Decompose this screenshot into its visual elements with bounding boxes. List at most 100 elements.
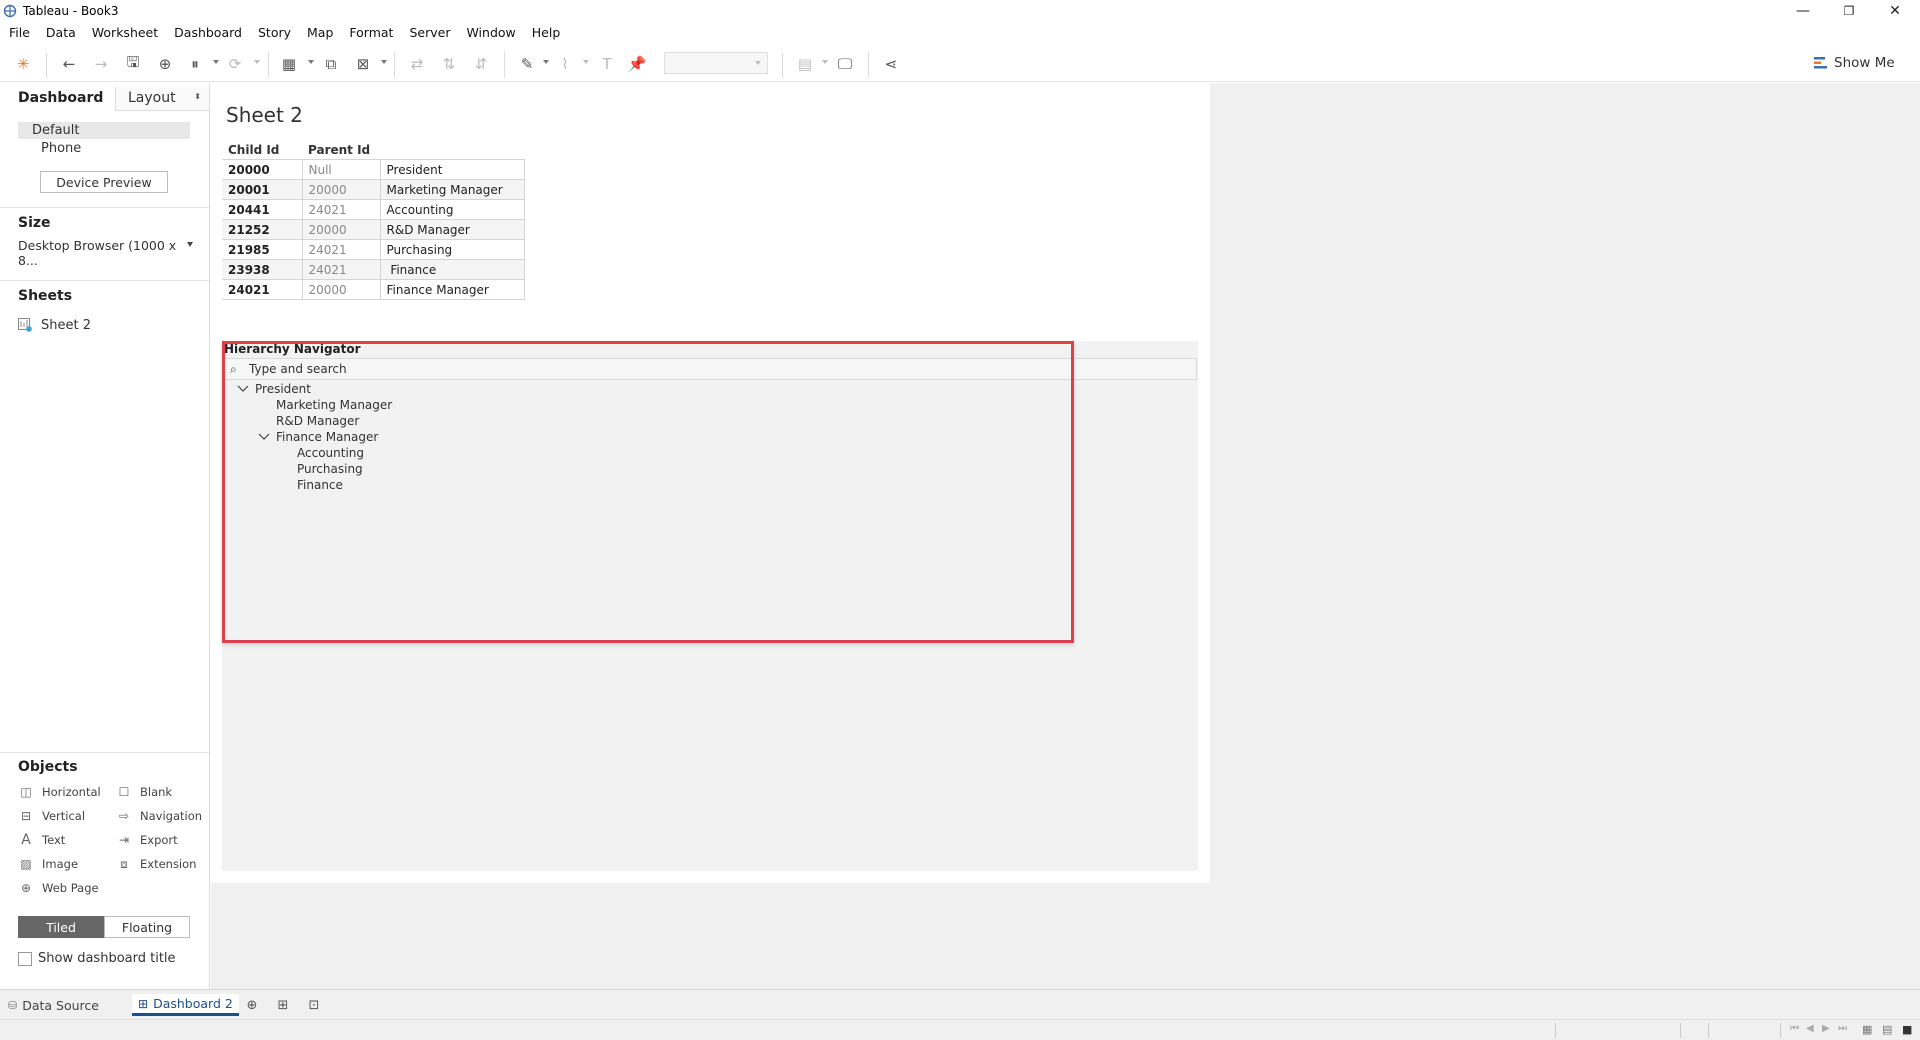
table-row[interactable]: 20000 Null President [222, 159, 525, 180]
redo-icon[interactable]: → [90, 54, 112, 74]
menu-map[interactable]: Map [298, 22, 340, 44]
new-dashboard-tab-icon[interactable]: ⊞ [274, 996, 292, 1014]
last-sheet-icon[interactable]: ⏭ [1838, 1023, 1847, 1034]
cell-child-id: 20001 [222, 179, 303, 200]
object-label: Web Page [42, 881, 99, 895]
column-header-child-id[interactable]: Child Id [222, 141, 302, 160]
object-text[interactable]: A Text [18, 831, 65, 849]
save-icon[interactable]: 🖫 [122, 53, 144, 74]
object-extension[interactable]: ⧈ Extension [116, 855, 196, 873]
fix-axes-icon[interactable]: 📌 [626, 54, 648, 74]
new-data-source-icon[interactable]: ⊕ [154, 54, 176, 74]
menu-server[interactable]: Server [400, 22, 457, 44]
tableau-logo-icon [3, 4, 17, 18]
menu-window[interactable]: Window [457, 22, 522, 44]
cell-parent-id: 24021 [301, 239, 381, 260]
column-header-parent-id[interactable]: Parent Id [302, 141, 380, 160]
device-preview-button[interactable]: Device Preview [40, 171, 168, 193]
restore-button[interactable]: ❐ [1826, 0, 1872, 22]
tiled-toggle[interactable]: Tiled [18, 916, 104, 938]
menu-worksheet[interactable]: Worksheet [83, 22, 165, 44]
close-button[interactable]: ✕ [1872, 0, 1918, 22]
previous-sheet-icon[interactable]: ◀ [1806, 1023, 1814, 1034]
cell-role: Marketing Manager [379, 179, 525, 200]
dashboard-icon: ⊞ [138, 996, 149, 1011]
crosstab-table[interactable]: Child Id Parent Id 20000 Null President … [222, 141, 525, 300]
menu-file[interactable]: File [0, 22, 37, 44]
cell-parent-id: Null [301, 159, 381, 180]
new-worksheet-dropdown-icon[interactable] [308, 60, 314, 64]
new-story-tab-icon[interactable]: ⊡ [305, 996, 323, 1014]
clear-sheet-icon[interactable]: ⊠ [352, 54, 374, 74]
presentation-mode-icon[interactable]: 🖵 [834, 54, 856, 74]
sort-descending-icon[interactable]: ⇵ [470, 54, 492, 74]
device-default[interactable]: Default [18, 122, 190, 139]
undo-icon[interactable]: ← [58, 54, 80, 74]
device-phone[interactable]: Phone [18, 140, 190, 157]
cell-child-id: 23938 [222, 259, 303, 280]
highlight-dropdown-icon[interactable] [543, 60, 549, 64]
object-image[interactable]: ▨ Image [18, 855, 78, 873]
new-worksheet-icon[interactable]: ▦ [278, 54, 300, 74]
sheet-name: Sheet 2 [41, 317, 91, 333]
highlight-icon[interactable]: ✎ [516, 54, 538, 74]
duplicate-icon[interactable]: ⧉ [320, 54, 342, 74]
next-sheet-icon[interactable]: ▶ [1822, 1023, 1830, 1034]
sort-ascending-icon[interactable]: ⇅ [438, 54, 460, 74]
object-vertical[interactable]: ⊟ Vertical [18, 807, 85, 825]
dashboard-tab-label: Dashboard 2 [153, 996, 233, 1011]
show-me-button[interactable]: Show Me [1814, 52, 1895, 74]
tableau-home-icon[interactable]: ✳ [12, 54, 34, 74]
group-dropdown-icon[interactable] [583, 60, 589, 64]
object-web-page[interactable]: ⊕ Web Page [18, 879, 99, 897]
table-row[interactable]: 21252 20000 R&D Manager [222, 219, 525, 240]
menu-data[interactable]: Data [37, 22, 83, 44]
show-cards-icon[interactable]: ▤ [794, 54, 816, 74]
refresh-icon[interactable]: ⟳ [224, 54, 246, 74]
table-row[interactable]: 21985 24021 Purchasing [222, 239, 525, 260]
new-worksheet-tab-icon[interactable]: ⊕ [243, 996, 261, 1014]
group-members-icon[interactable]: ⌇ [554, 54, 576, 74]
object-navigation[interactable]: ⇨ Navigation [116, 807, 202, 825]
minimize-button[interactable]: — [1780, 0, 1826, 22]
sheet-tab-bar: ⛁ Data Source ⊞ Dashboard 2 ⊕ ⊞ ⊡ [0, 989, 1920, 1019]
table-row[interactable]: 23938 24021 Finance [222, 259, 525, 280]
cell-parent-id: 24021 [301, 259, 381, 280]
table-row[interactable]: 24021 20000 Finance Manager [222, 279, 525, 300]
menu-dashboard[interactable]: Dashboard [165, 22, 249, 44]
object-export[interactable]: ⇥ Export [116, 831, 178, 849]
fit-dropdown[interactable] [664, 52, 768, 74]
data-source-tab[interactable]: ⛁ Data Source [8, 994, 99, 1016]
sheet-title: Sheet 2 [226, 103, 303, 127]
show-filmstrip-icon[interactable]: ▦ [1862, 1023, 1872, 1036]
show-cards-dropdown-icon[interactable] [822, 60, 828, 64]
show-dashboard-title-checkbox[interactable]: Show dashboard title [18, 951, 176, 966]
table-row[interactable]: 20441 24021 Accounting [222, 199, 525, 220]
title-bar: Tableau - Book3 — ❐ ✕ [0, 0, 1920, 22]
show-mark-labels-icon[interactable]: T [596, 54, 618, 74]
refresh-dropdown-icon[interactable] [254, 60, 260, 64]
tab-dashboard[interactable]: Dashboard [0, 87, 115, 111]
floating-toggle[interactable]: Floating [104, 916, 190, 938]
show-tabs-icon[interactable]: ▤ [1882, 1023, 1892, 1036]
show-sheet-sorter-icon[interactable]: ■ [1902, 1023, 1912, 1036]
object-label: Vertical [42, 809, 86, 823]
pause-updates-icon[interactable]: ⏸ [184, 54, 206, 74]
tab-layout[interactable]: Layout ⬍ [115, 87, 209, 111]
menu-story[interactable]: Story [249, 22, 298, 44]
menu-help[interactable]: Help [523, 22, 568, 44]
size-dropdown[interactable]: Desktop Browser (1000 x 8... [18, 238, 193, 268]
menu-format[interactable]: Format [340, 22, 400, 44]
first-sheet-icon[interactable]: ⏮ [1790, 1023, 1799, 1034]
cell-parent-id: 24021 [301, 199, 381, 220]
table-row[interactable]: 20001 20000 Marketing Manager [222, 179, 525, 200]
object-blank[interactable]: ☐ Blank [116, 783, 172, 801]
sheet-list-item[interactable]: Sheet 2 [18, 316, 91, 334]
swap-rows-columns-icon[interactable]: ⇄ [406, 54, 428, 74]
object-horizontal[interactable]: ◫ Horizontal [18, 783, 100, 801]
cell-child-id: 21252 [222, 219, 303, 240]
share-icon[interactable]: ⋖ [880, 54, 902, 74]
dashboard-tab[interactable]: ⊞ Dashboard 2 [132, 994, 239, 1016]
clear-dropdown-icon[interactable] [381, 60, 387, 64]
pause-updates-dropdown-icon[interactable] [213, 60, 219, 64]
